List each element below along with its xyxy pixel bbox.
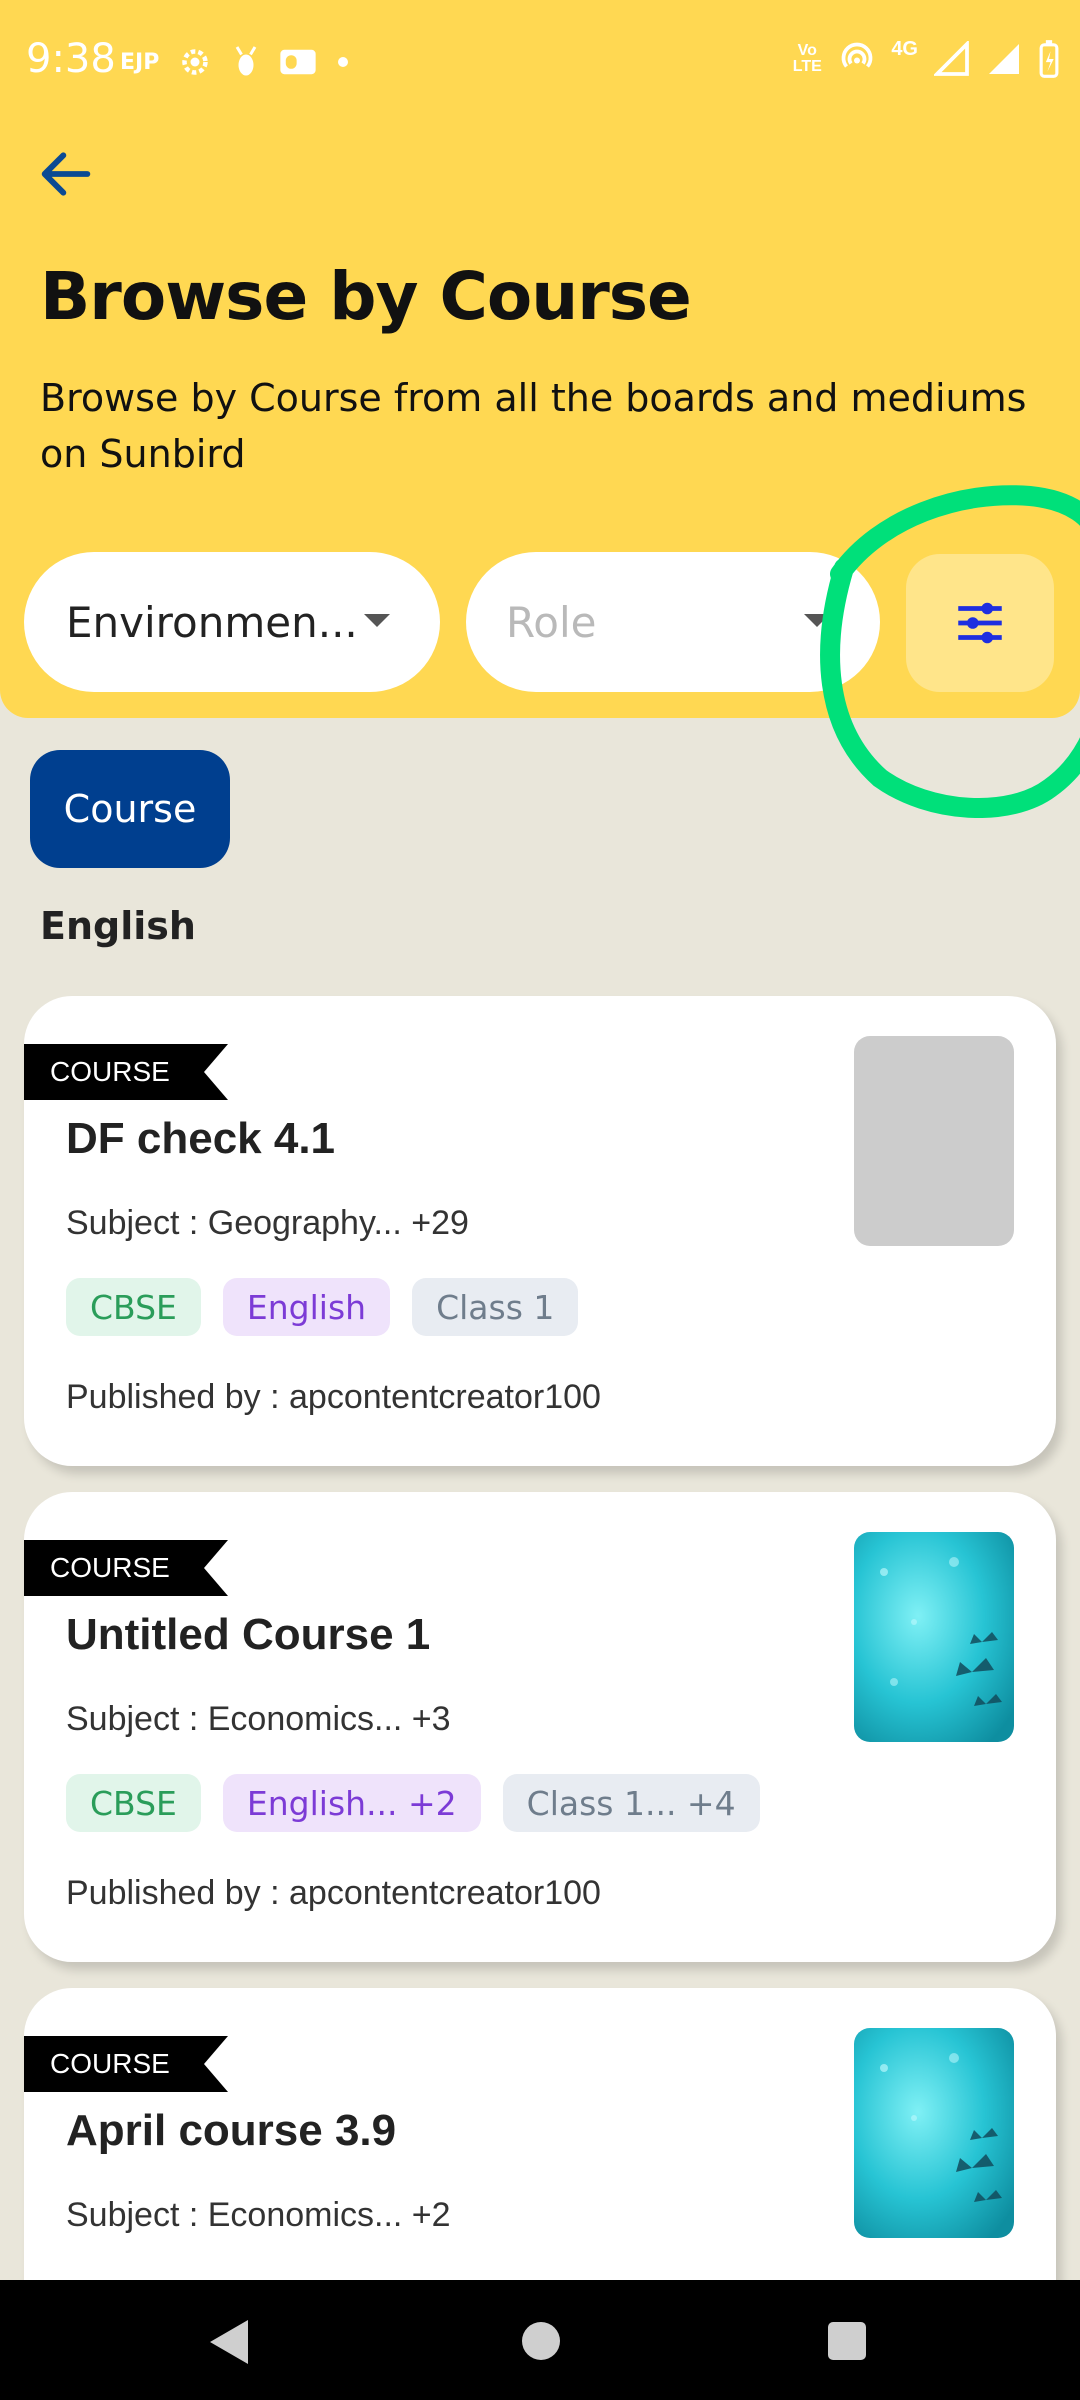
settings-icon [182,49,209,75]
subject-dropdown[interactable]: Environmen... [24,552,440,692]
battery-icon [1039,40,1059,78]
back-button[interactable] [34,142,98,206]
butterfly-image-icon [854,1532,1014,1742]
course-thumbnail [854,1036,1014,1246]
hotspot-icon [841,42,873,68]
grade-chip: Class 1 [412,1278,579,1336]
medium-chip: English... +2 [222,1774,481,1832]
bug-icon [236,46,257,76]
medium-chip: English [222,1278,391,1336]
course-chips: CBSE English Class 1 [66,1278,579,1336]
course-title: Untitled Course 1 [66,1610,431,1659]
course-subject: Subject : Economics... +2 [66,2196,451,2234]
subject-dropdown-value: Environmen... [66,597,358,647]
notification-dot-icon [338,57,349,67]
page-subtitle: Browse by Course from all the boards and… [40,376,1027,476]
content-type-chip-course[interactable]: Course [30,750,230,868]
section-title: English [40,904,196,948]
nav-recents-icon[interactable] [828,2322,866,2360]
volte-icon: Vo LTE [792,42,822,75]
filter-sliders-icon [958,602,1002,644]
course-chips: CBSE English... +2 Class 1... +4 [66,1774,760,1832]
course-card[interactable]: COURSE DF check 4.1 Subject : Geography.… [24,996,1056,1466]
course-card[interactable]: COURSE Untitled Course 1 Subject : Econo… [24,1492,1056,1962]
role-dropdown[interactable]: Role [466,552,880,692]
course-subject: Subject : Geography... +29 [66,1204,469,1242]
network-type: 4G [891,37,918,60]
outlook-icon [280,49,316,75]
content-type-tag: COURSE [24,1044,228,1100]
course-thumbnail [854,2028,1014,2238]
board-chip: CBSE [66,1774,201,1832]
course-publisher: Published by : apcontentcreator100 [66,1874,601,1912]
page-title: Browse by Course [40,258,692,335]
butterfly-image-icon [854,2028,1014,2238]
nav-back-icon[interactable] [210,2320,248,2364]
board-chip: CBSE [66,1278,201,1336]
grade-chip: Class 1... +4 [502,1774,760,1832]
signal-icon [934,41,969,76]
content-type-tag: COURSE [24,2036,228,2092]
arrow-back-icon [41,152,91,196]
status-bar: 9:38 EJP Vo LTE 4G [0,0,1080,124]
content-type-tag: COURSE [24,1540,228,1596]
course-subject: Subject : Economics... +3 [66,1700,451,1738]
filter-button[interactable] [906,554,1054,692]
chevron-down-icon [364,614,390,627]
course-title: April course 3.9 [66,2106,397,2155]
nav-home-icon[interactable] [522,2322,560,2360]
course-publisher: Published by : apcontentcreator100 [66,1378,601,1416]
course-thumbnail [854,1532,1014,1742]
role-dropdown-placeholder: Role [506,597,597,647]
course-title: DF check 4.1 [66,1114,336,1163]
signal-full-icon [989,44,1019,74]
status-left-icons: EJP [120,44,351,80]
chevron-down-icon [804,614,830,627]
status-right-icons: Vo LTE 4G [791,37,1060,78]
status-time: 9:38 [26,36,116,82]
carrier-badge: EJP [120,49,160,75]
